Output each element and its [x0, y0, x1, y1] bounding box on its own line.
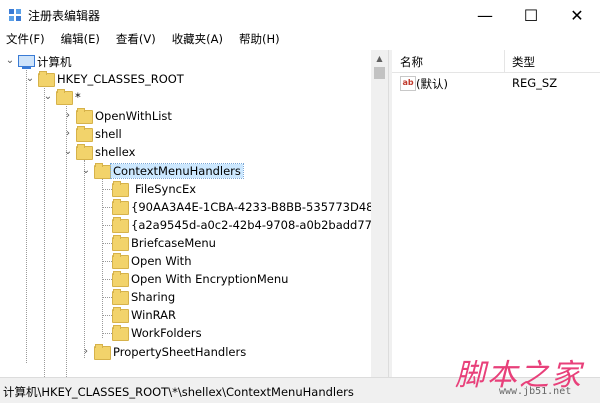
- folder-icon: [112, 199, 129, 215]
- tree-guide: [84, 160, 85, 358]
- folder-icon: [76, 126, 93, 142]
- tree-node-label: Sharing: [131, 290, 176, 304]
- tree-guide: [102, 178, 103, 338]
- registry-tree[interactable]: ⌄ 计算机 ⌄ HKEY_CLASSES_ROOT ⌄ * › OpenWith…: [0, 50, 371, 377]
- folder-icon: [112, 235, 129, 251]
- tree-guide: [26, 63, 27, 363]
- folder-icon: [76, 144, 93, 160]
- tree-node-label: Open With EncryptionMenu: [131, 272, 289, 286]
- values-list[interactable]: 名称 类型 ab (默认) REG_SZ: [392, 50, 600, 377]
- close-button[interactable]: ✕: [554, 0, 600, 30]
- registry-editor-icon: [9, 9, 21, 21]
- tree-node-label: PropertySheetHandlers: [113, 345, 247, 359]
- folder-icon: [112, 181, 129, 197]
- tree-guide: [102, 315, 112, 316]
- main-panes: ⌄ 计算机 ⌄ HKEY_CLASSES_ROOT ⌄ * › OpenWith…: [0, 50, 600, 377]
- tree-node-label: 计算机: [37, 55, 72, 69]
- string-value-icon: ab: [400, 76, 416, 91]
- menu-file[interactable]: 文件(F): [0, 30, 51, 50]
- tree-node-label: shellex: [95, 145, 136, 159]
- menu-bar: 文件(F) 编辑(E) 查看(V) 收藏夹(A) 帮助(H): [0, 30, 600, 50]
- tree-vertical-scrollbar[interactable]: ▲: [371, 50, 388, 377]
- value-type: REG_SZ: [512, 76, 558, 90]
- list-header: 名称 类型: [392, 50, 600, 73]
- folder-icon: [112, 325, 129, 341]
- expand-toggle[interactable]: ⌄: [42, 88, 54, 106]
- tree-node-label: {90AA3A4E-1CBA-4233-B8BB-535773D48449: [131, 200, 371, 214]
- folder-icon: [38, 71, 55, 87]
- tree-guide: [102, 189, 112, 190]
- tree-node-label: ContextMenuHandlers: [110, 163, 244, 179]
- tree-node-label: BriefcaseMenu: [131, 236, 216, 250]
- list-item[interactable]: ab (默认) REG_SZ: [392, 74, 600, 92]
- tree-node-label: OpenWithList: [95, 109, 172, 123]
- folder-icon: [112, 217, 129, 233]
- expand-toggle[interactable]: ⌄: [24, 70, 36, 88]
- watermark: 脚本之家 www.jb51.net: [455, 350, 595, 400]
- close-icon: ✕: [570, 5, 584, 25]
- tree-node-label: *: [75, 90, 81, 104]
- tree-guide: [102, 261, 112, 262]
- tree-node-label: FileSyncEx: [135, 182, 197, 196]
- computer-icon: [18, 55, 35, 69]
- tree-node-label: {a2a9545d-a0c2-42b4-9708-a0b2badd77c8}: [131, 218, 371, 232]
- folder-icon: [56, 89, 73, 105]
- folder-icon: [112, 271, 129, 287]
- scrollbar-thumb[interactable]: [374, 67, 385, 79]
- maximize-button[interactable]: ☐: [508, 0, 554, 30]
- folder-icon: [112, 307, 129, 323]
- title-bar: 注册表编辑器 — ☐ ✕: [0, 0, 600, 30]
- tree-guide: [102, 243, 112, 244]
- watermark-url: www.jb51.net: [499, 386, 572, 397]
- folder-icon: [112, 289, 129, 305]
- folder-icon: [94, 344, 111, 360]
- tree-node-label: HKEY_CLASSES_ROOT: [57, 72, 184, 86]
- menu-view[interactable]: 查看(V): [110, 30, 162, 50]
- tree-guide: [102, 279, 112, 280]
- tree-node-label: WinRAR: [131, 308, 176, 322]
- tree-guide: [102, 225, 112, 226]
- folder-icon: [76, 108, 93, 124]
- tree-node-label: Open With: [131, 254, 192, 268]
- tree-guide: [102, 207, 112, 208]
- collapse-toggle[interactable]: ›: [80, 343, 92, 361]
- column-separator[interactable]: [504, 50, 505, 72]
- column-header-type[interactable]: 类型: [512, 54, 535, 70]
- folder-icon: [94, 163, 111, 179]
- minimize-icon: —: [477, 5, 493, 25]
- value-name: (默认): [416, 77, 448, 91]
- menu-favorites[interactable]: 收藏夹(A): [166, 30, 229, 50]
- registry-editor-window: 注册表编辑器 — ☐ ✕ 文件(F) 编辑(E) 查看(V) 收藏夹(A) 帮助…: [0, 0, 600, 403]
- scroll-up-icon[interactable]: ▲: [371, 50, 388, 66]
- collapse-toggle[interactable]: ›: [62, 125, 74, 143]
- menu-edit[interactable]: 编辑(E): [55, 30, 106, 50]
- tree-node-label: WorkFolders: [131, 326, 202, 340]
- folder-icon: [112, 253, 129, 269]
- expand-toggle[interactable]: ⌄: [62, 143, 74, 161]
- tree-node-label: shell: [95, 127, 122, 141]
- status-path: 计算机\HKEY_CLASSES_ROOT\*\shellex\ContextM…: [3, 385, 354, 399]
- menu-help[interactable]: 帮助(H): [233, 30, 286, 50]
- tree-guide: [44, 81, 45, 377]
- expand-toggle[interactable]: ⌄: [4, 52, 16, 70]
- minimize-button[interactable]: —: [462, 0, 508, 30]
- tree-guide: [102, 297, 112, 298]
- tree-guide: [102, 333, 112, 334]
- collapse-toggle[interactable]: ›: [62, 107, 74, 125]
- maximize-icon: ☐: [523, 5, 539, 25]
- expand-toggle[interactable]: ⌄: [80, 162, 92, 180]
- window-title: 注册表编辑器: [28, 9, 101, 23]
- column-header-name[interactable]: 名称: [400, 54, 423, 70]
